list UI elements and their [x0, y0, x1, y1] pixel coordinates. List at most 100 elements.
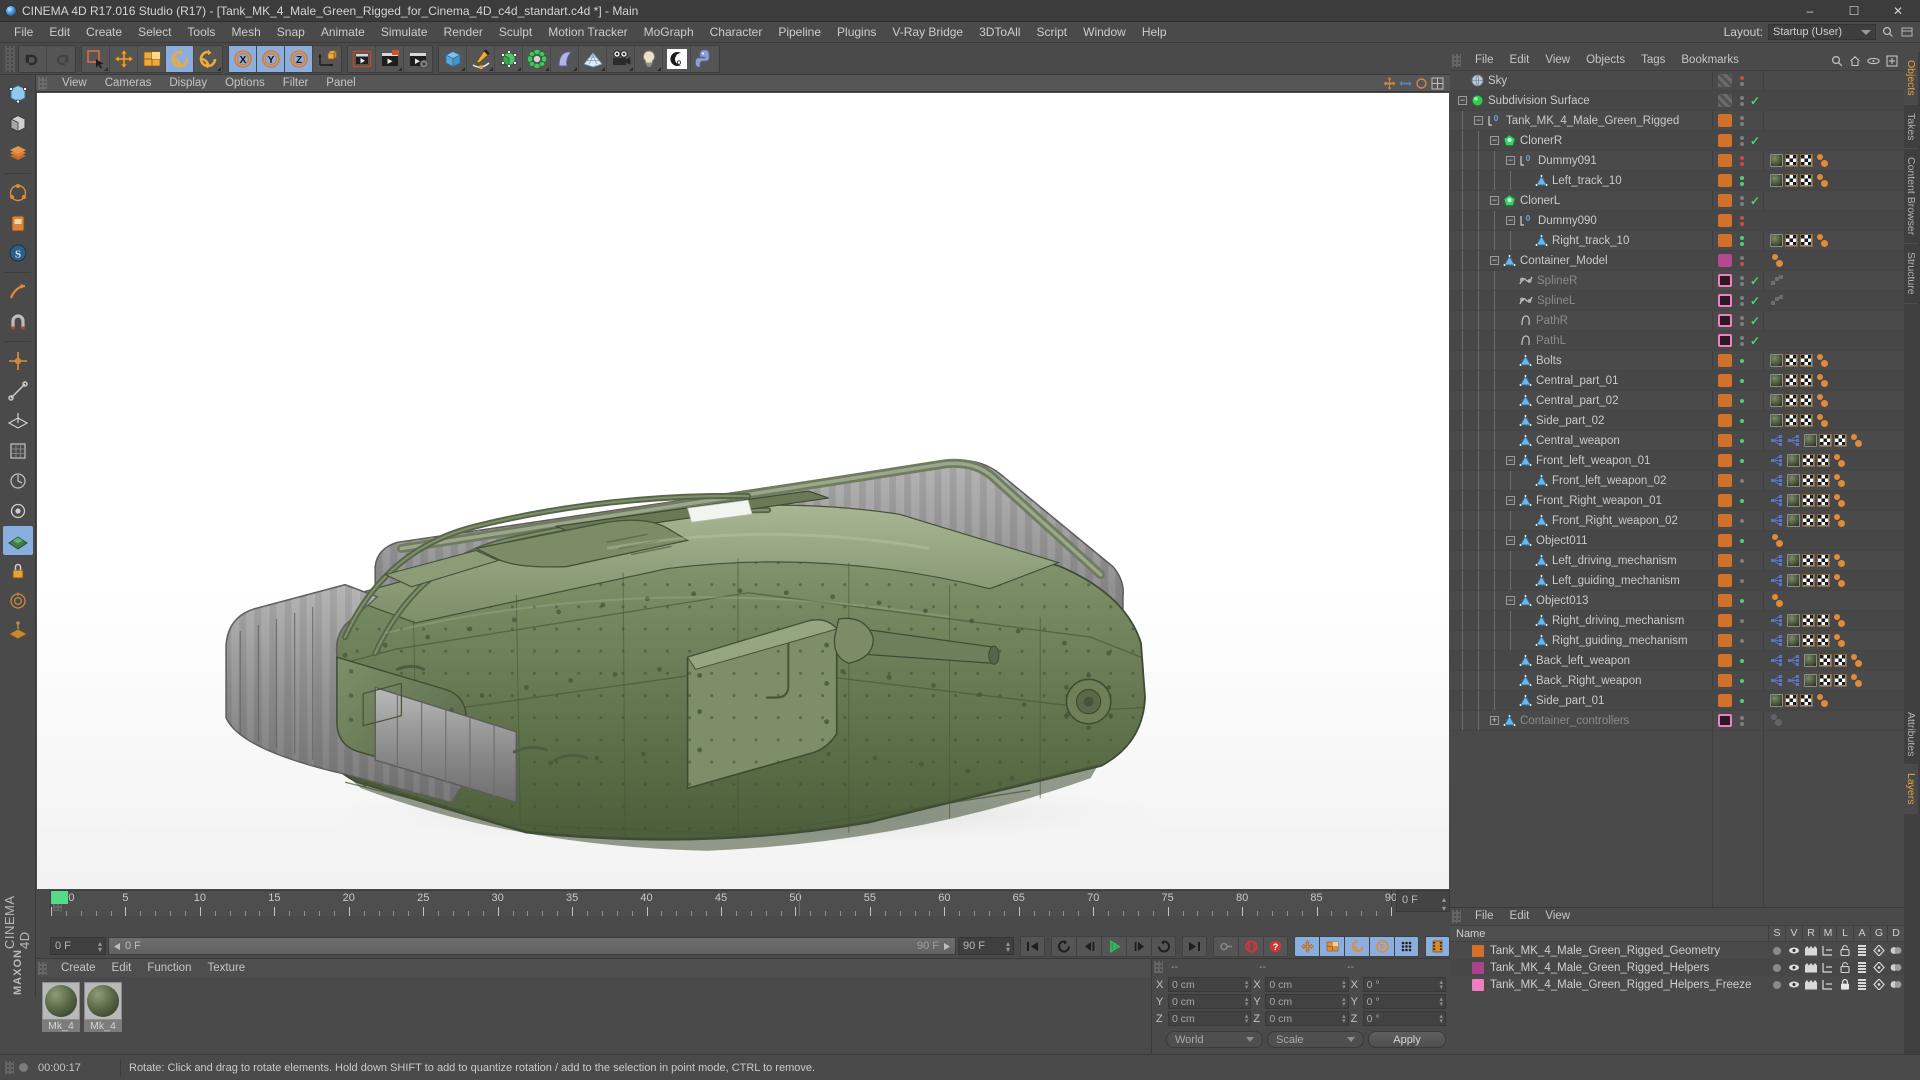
spinner-icon[interactable]: ▴ ▾: [1006, 940, 1010, 954]
visibility-dot[interactable]: [1740, 181, 1744, 186]
texture-tag[interactable]: [1785, 154, 1798, 167]
layer-color-swatch[interactable]: [1718, 714, 1732, 727]
spinner-icon[interactable]: ▴ ▾: [1245, 996, 1249, 1008]
tab-layers[interactable]: Layers: [1904, 765, 1918, 814]
key-position-button[interactable]: [1294, 935, 1319, 957]
spinner-icon[interactable]: ▴ ▾: [98, 940, 102, 954]
tab-objects[interactable]: Objects: [1904, 52, 1918, 105]
texture-mode-button[interactable]: [3, 139, 33, 168]
key-scale-button[interactable]: [1319, 935, 1344, 957]
add-camera-button[interactable]: [607, 45, 635, 72]
expand-toggle[interactable]: +: [1490, 716, 1499, 725]
close-button[interactable]: ✕: [1876, 0, 1920, 22]
texture-tag[interactable]: [1785, 234, 1798, 247]
phong-tag[interactable]: [1815, 413, 1830, 428]
viewport-move-icon[interactable]: [1383, 76, 1396, 90]
layer-menu-file[interactable]: File: [1467, 908, 1502, 925]
texture-tag[interactable]: [1817, 454, 1830, 467]
visibility-dot[interactable]: [1740, 81, 1744, 86]
layer-deformer-cell[interactable]: [1887, 962, 1904, 973]
rotation-lock-button[interactable]: [3, 496, 33, 525]
visibility-dot[interactable]: [1740, 378, 1744, 383]
layer-menu-edit[interactable]: Edit: [1502, 908, 1538, 925]
layer-color-swatch[interactable]: [1718, 274, 1732, 287]
collapse-toggle[interactable]: −: [1506, 536, 1515, 545]
phong-tag[interactable]: [1815, 353, 1830, 368]
column-r[interactable]: R: [1802, 925, 1819, 942]
texture-tag[interactable]: [1785, 414, 1798, 427]
search-icon[interactable]: [1831, 55, 1843, 67]
visibility-dot[interactable]: [1740, 95, 1744, 100]
connector-tag[interactable]: [1787, 434, 1802, 447]
visibility-dot[interactable]: [1740, 398, 1744, 403]
workplane-mode-button[interactable]: [2, 526, 33, 555]
workplane-button[interactable]: [3, 406, 33, 435]
texture-tag[interactable]: [1819, 434, 1832, 447]
cineman-button[interactable]: [663, 45, 691, 72]
tab-attributes[interactable]: Attributes: [1904, 704, 1918, 766]
object-row[interactable]: PathR ✓: [1450, 311, 1904, 331]
texture-tag[interactable]: [1834, 654, 1847, 667]
texture-tag[interactable]: [1785, 174, 1798, 187]
layer-color-swatch[interactable]: [1718, 394, 1732, 407]
polygon-mode-button[interactable]: S: [3, 238, 33, 267]
layer-color-swatch[interactable]: [1718, 514, 1732, 527]
lock-z-axis-button[interactable]: Z: [285, 45, 313, 72]
layer-row[interactable]: Tank_MK_4_Male_Green_Rigged_Helpers: [1450, 959, 1904, 976]
phong-tag[interactable]: [1770, 253, 1785, 268]
enable-check-icon[interactable]: ✓: [1750, 134, 1760, 148]
layer-color-swatch[interactable]: [1718, 114, 1732, 127]
phong-tag[interactable]: [1832, 573, 1847, 588]
record-button[interactable]: [1238, 935, 1263, 957]
render-region-button[interactable]: [376, 45, 404, 72]
spinner-icon[interactable]: ▴ ▾: [1342, 996, 1346, 1008]
phong-tag[interactable]: [1815, 373, 1830, 388]
connector-tag[interactable]: [1770, 554, 1785, 567]
start-frame-field[interactable]: 0 F ▴ ▾: [50, 937, 106, 955]
phong-tag[interactable]: [1832, 473, 1847, 488]
object-row[interactable]: Central_part_02: [1450, 391, 1904, 411]
coordinate-system-dropdown[interactable]: World: [1166, 1031, 1263, 1048]
visibility-dot[interactable]: [1740, 721, 1744, 726]
material-tag[interactable]: [1787, 554, 1800, 567]
python-script-button[interactable]: [691, 46, 719, 72]
material-tag[interactable]: [1770, 694, 1783, 707]
visibility-dot[interactable]: [1740, 678, 1744, 683]
texture-tag[interactable]: [1800, 354, 1813, 367]
visibility-dot[interactable]: [1740, 418, 1744, 423]
layer-visible-cell[interactable]: [1785, 963, 1802, 972]
visibility-dot[interactable]: [1740, 215, 1744, 220]
visibility-dot[interactable]: [1740, 195, 1744, 200]
material-tag[interactable]: [1770, 394, 1783, 407]
material-tag[interactable]: [1787, 494, 1800, 507]
layer-lock-cell[interactable]: [1836, 962, 1853, 973]
object-row[interactable]: − Subdivision Surface ✓: [1450, 91, 1904, 111]
texture-tag[interactable]: [1785, 374, 1798, 387]
layer-color-swatch[interactable]: [1718, 154, 1732, 167]
rot-b-field[interactable]: 0 ° ▴ ▾: [1362, 1011, 1446, 1026]
visibility-dot[interactable]: [1740, 75, 1744, 80]
phong-tag[interactable]: [1832, 453, 1847, 468]
minimize-button[interactable]: –: [1788, 0, 1832, 22]
object-menu-bookmarks[interactable]: Bookmarks: [1673, 52, 1747, 69]
texture-tag[interactable]: [1819, 674, 1832, 687]
layer-color-swatch[interactable]: [1718, 214, 1732, 227]
object-tree[interactable]: Sky − Subdivision Surface ✓ −0 Tank_MK_4_Male…: [1450, 70, 1904, 907]
material-tag[interactable]: [1770, 374, 1783, 387]
add-spline-button[interactable]: [467, 45, 495, 72]
object-row[interactable]: Front_left_weapon_02: [1450, 471, 1904, 491]
timeline-ruler[interactable]: 0 5 10 15 20 25 30 35 40 45 50 55 60 65 70 75 80 85 90: [50, 890, 1397, 916]
material-menu-edit[interactable]: Edit: [104, 959, 140, 977]
visibility-dot[interactable]: [1740, 598, 1744, 603]
layer-manager-cell[interactable]: [1819, 979, 1836, 990]
autokeying-help-button[interactable]: ?: [1263, 935, 1288, 957]
step-forward-button[interactable]: [1126, 935, 1151, 957]
layer-color-swatch[interactable]: [1718, 254, 1732, 267]
play-button[interactable]: [1101, 935, 1126, 957]
material-item[interactable]: Mk_4: [42, 982, 80, 1032]
visibility-dot[interactable]: [1740, 141, 1744, 146]
layer-row[interactable]: Tank_MK_4_Male_Green_Rigged_Geometry: [1450, 942, 1904, 959]
menu-motion-tracker[interactable]: Motion Tracker: [540, 22, 635, 43]
menu-select[interactable]: Select: [130, 22, 179, 43]
object-row[interactable]: PathL ✓: [1450, 331, 1904, 351]
